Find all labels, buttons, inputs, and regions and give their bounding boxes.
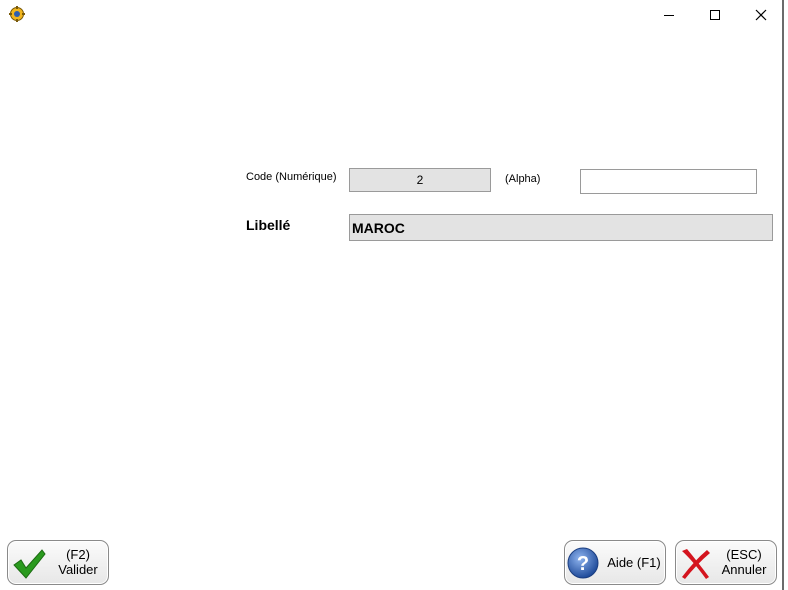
valider-label: Valider bbox=[58, 562, 98, 577]
svg-text:?: ? bbox=[577, 553, 589, 575]
maximize-button[interactable] bbox=[692, 0, 738, 30]
aide-button[interactable]: ? Aide (F1) bbox=[564, 540, 666, 585]
valider-key: (F2) bbox=[66, 547, 90, 562]
help-question-icon: ? bbox=[567, 547, 599, 579]
aide-label: Aide (F1) bbox=[607, 555, 661, 570]
checkmark-icon bbox=[13, 549, 46, 579]
code-field[interactable] bbox=[349, 168, 491, 192]
annuler-key: (ESC) bbox=[726, 547, 762, 562]
app-gear-icon[interactable] bbox=[8, 6, 26, 22]
close-button[interactable] bbox=[738, 0, 784, 30]
minimize-icon bbox=[664, 15, 674, 16]
annuler-label: Annuler bbox=[721, 562, 767, 577]
annuler-button[interactable]: (ESC) Annuler bbox=[675, 540, 777, 585]
valider-button[interactable]: (F2) Valider bbox=[7, 540, 109, 585]
code-label: Code (Numérique) bbox=[246, 171, 337, 183]
window-right-border bbox=[782, 0, 784, 590]
minimize-button[interactable] bbox=[646, 0, 692, 30]
alpha-field[interactable] bbox=[580, 169, 757, 194]
alpha-label: (Alpha) bbox=[505, 173, 541, 185]
close-icon bbox=[755, 9, 767, 21]
maximize-icon bbox=[710, 10, 720, 20]
libelle-label: Libellé bbox=[246, 217, 291, 233]
cancel-x-icon bbox=[682, 549, 710, 579]
title-bar bbox=[0, 0, 782, 30]
libelle-field[interactable] bbox=[349, 214, 773, 241]
